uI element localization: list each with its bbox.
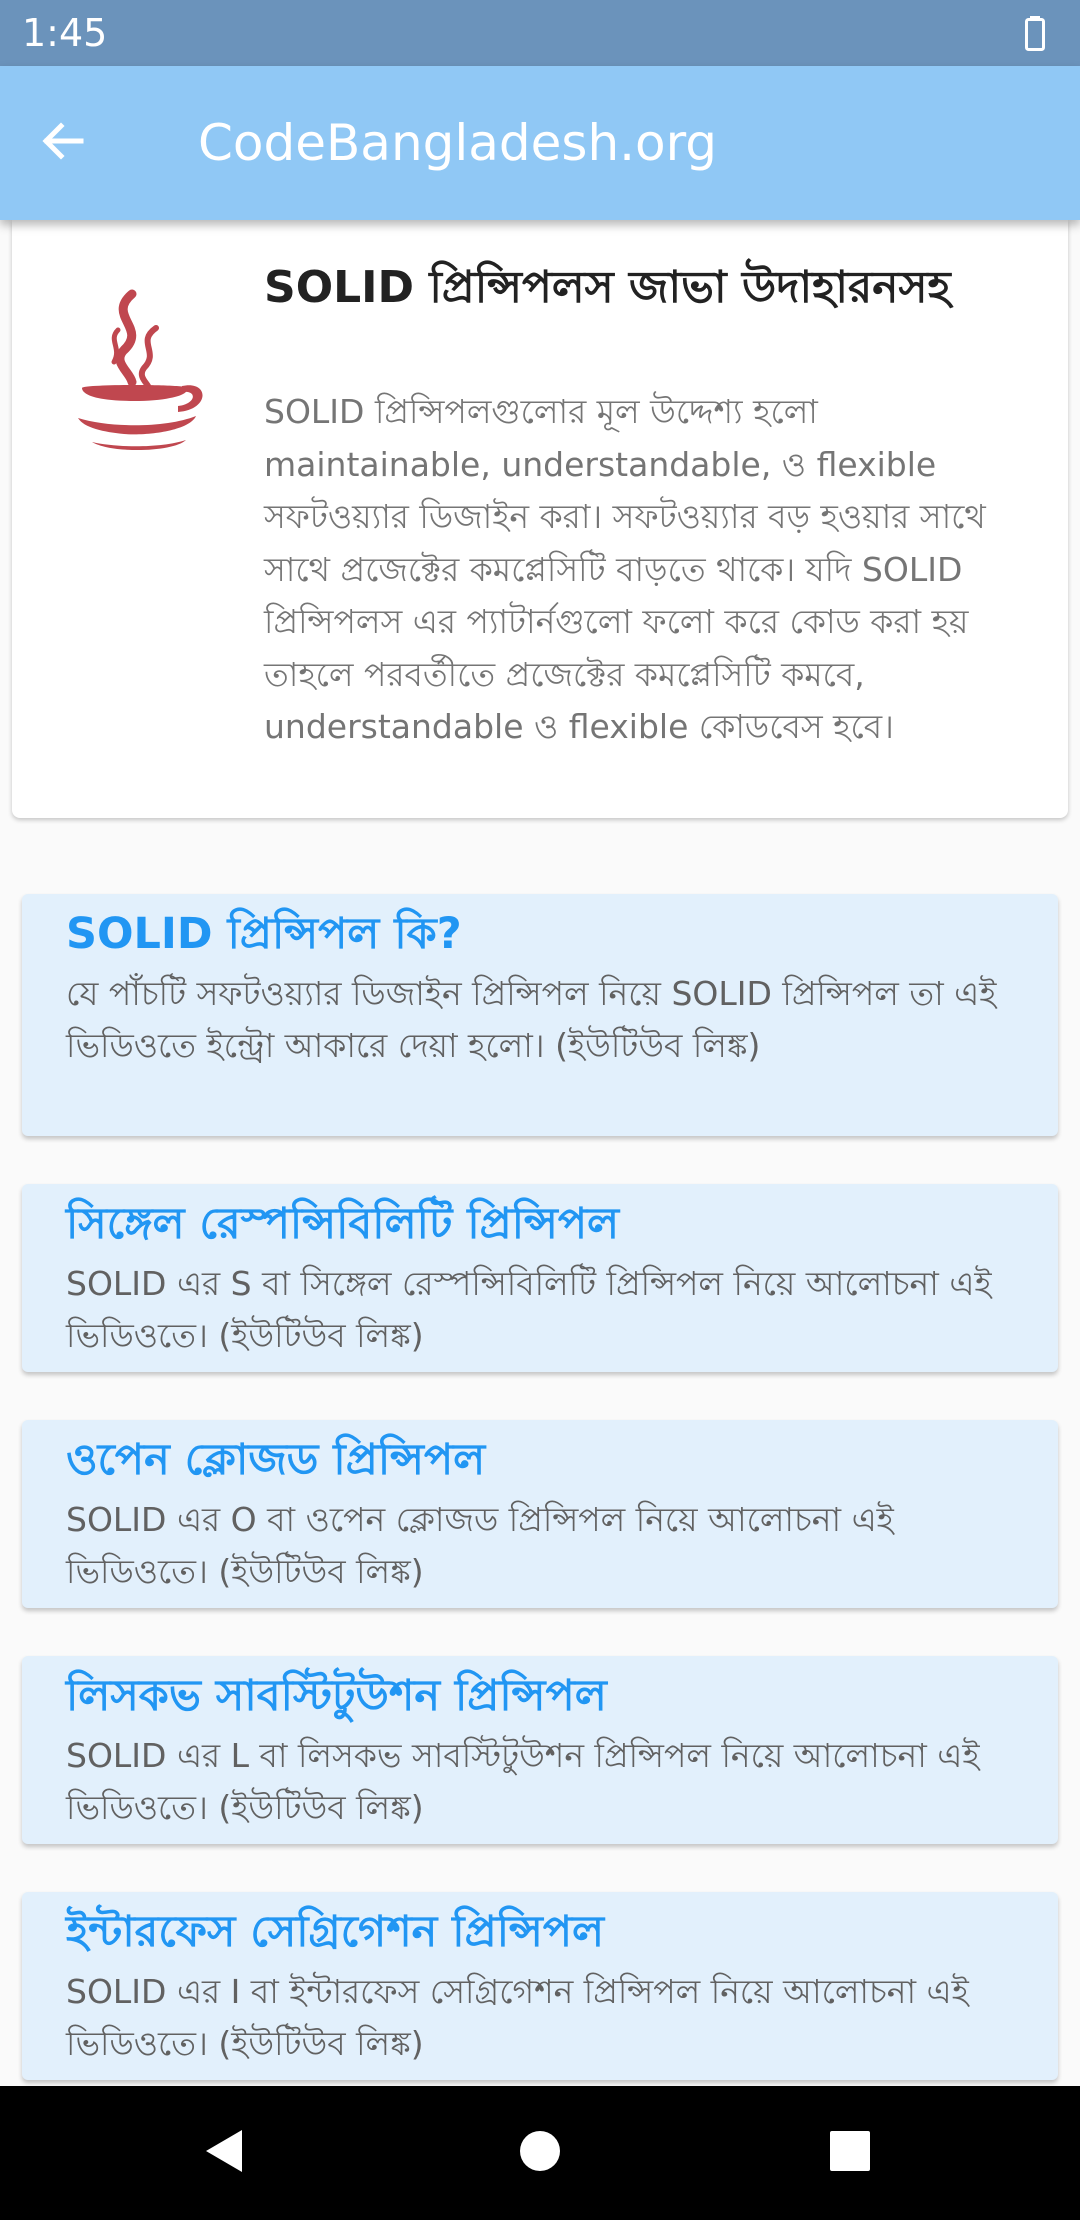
status-bar: 1:45	[0, 0, 1080, 66]
lesson-title: ইন্টারফেস সেগ্রিগেশন প্রিন্সিপল	[66, 1907, 605, 1957]
nav-home-button[interactable]	[503, 2116, 577, 2190]
nav-recents-icon	[828, 2129, 872, 2177]
lesson-description: SOLID এর I বা ইন্টারফেস সেগ্রিগেশন প্রিন…	[66, 1972, 969, 2063]
nav-recents-button[interactable]	[813, 2116, 887, 2190]
lesson-title: SOLID প্রিন্সিপল কি?	[66, 909, 462, 959]
lesson-title: সিঙ্গেল রেস্পন্সিবিলিটি প্রিন্সিপল	[66, 1199, 620, 1249]
lesson-card[interactable]: ওপেন ক্লোজড প্রিন্সিপল SOLID এর O বা ওপে…	[22, 1420, 1058, 1608]
app-title: CodeBangladesh.org	[198, 114, 718, 172]
intro-title: SOLID প্রিন্সিপলস জাভা উদাহারনসহ	[264, 262, 951, 313]
lesson-description: SOLID এর O বা ওপেন ক্লোজড প্রিন্সিপল নিয…	[66, 1500, 894, 1591]
lesson-card[interactable]: ইন্টারফেস সেগ্রিগেশন প্রিন্সিপল SOLID এর…	[22, 1892, 1058, 2080]
lesson-card[interactable]: SOLID প্রিন্সিপল কি? যে পাঁচটি সফটওয়্যা…	[22, 894, 1058, 1136]
back-button[interactable]	[30, 111, 94, 175]
lesson-card[interactable]: সিঙ্গেল রেস্পন্সিবিলিটি প্রিন্সিপল SOLID…	[22, 1184, 1058, 1372]
status-time: 1:45	[22, 11, 108, 55]
intro-description: SOLID প্রিন্সিপলগুলোর মূল উদ্দেশ্য হলো m…	[264, 392, 986, 746]
content-scroll[interactable]: SOLID প্রিন্সিপলস জাভা উদাহারনসহ SOLID প…	[0, 220, 1080, 2086]
lesson-description: SOLID এর L বা লিসকভ সাবস্টিটুউশন প্রিন্স…	[66, 1736, 980, 1827]
intro-card: SOLID প্রিন্সিপলস জাভা উদাহারনসহ SOLID প…	[12, 220, 1068, 818]
nav-back-icon	[200, 2126, 250, 2180]
lesson-title: লিসকভ সাবস্টিটুউশন প্রিন্সিপল	[66, 1671, 607, 1721]
lesson-card[interactable]: লিসকভ সাবস্টিটুউশন প্রিন্সিপল SOLID এর L…	[22, 1656, 1058, 1844]
lesson-description: SOLID এর S বা সিঙ্গেল রেস্পন্সিবিলিটি প্…	[66, 1264, 992, 1355]
lesson-title: ওপেন ক্লোজড প্রিন্সিপল	[66, 1435, 486, 1485]
app-bar: CodeBangladesh.org	[0, 66, 1080, 220]
battery-icon	[1018, 14, 1058, 54]
nav-back-button[interactable]	[188, 2116, 262, 2190]
nav-home-icon	[518, 2129, 562, 2177]
java-coffee-cup-icon	[70, 288, 210, 458]
lesson-description: যে পাঁচটি সফটওয়্যার ডিজাইন প্রিন্সিপল ন…	[66, 974, 997, 1065]
system-nav-bar	[0, 2086, 1080, 2220]
arrow-back-icon	[37, 116, 87, 170]
